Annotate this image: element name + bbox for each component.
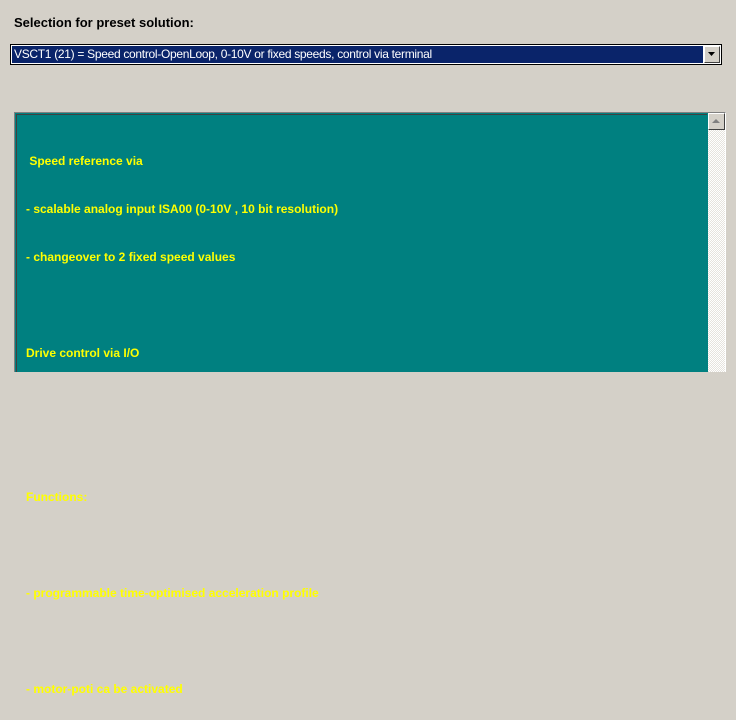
preset-solution-value: VSCT1 (21) = Speed control-OpenLoop, 0-1… (12, 46, 703, 63)
description-line: Speed reference via (26, 154, 143, 168)
description-line (26, 393, 707, 409)
description-line: - changeover to 2 fixed speed values (26, 250, 236, 264)
description-line (26, 441, 707, 457)
dropdown-button[interactable] (704, 46, 720, 63)
description-line: - scalable analog input ISA00 (0-10V , 1… (26, 202, 339, 216)
preset-description-text: Speed reference via - scalable analog in… (16, 114, 707, 696)
description-line: - programmable time-optimised accelerati… (26, 586, 319, 600)
chevron-down-icon (708, 52, 715, 56)
scroll-up-button[interactable] (708, 113, 725, 130)
description-line (26, 633, 707, 649)
description-line (26, 537, 707, 553)
description-line: - motor-poti ca be activated (26, 682, 183, 696)
description-line (26, 297, 707, 313)
preset-selection-heading: Selection for preset solution: (14, 15, 194, 30)
description-line: Functions: (26, 490, 88, 504)
preset-solution-dropdown[interactable]: VSCT1 (21) = Speed control-OpenLoop, 0-1… (10, 44, 722, 65)
chevron-up-icon (712, 119, 720, 123)
description-line: Drive control via I/O (26, 346, 140, 360)
vertical-scrollbar[interactable] (708, 113, 725, 372)
preset-description-box[interactable]: Speed reference via - scalable analog in… (14, 112, 726, 696)
